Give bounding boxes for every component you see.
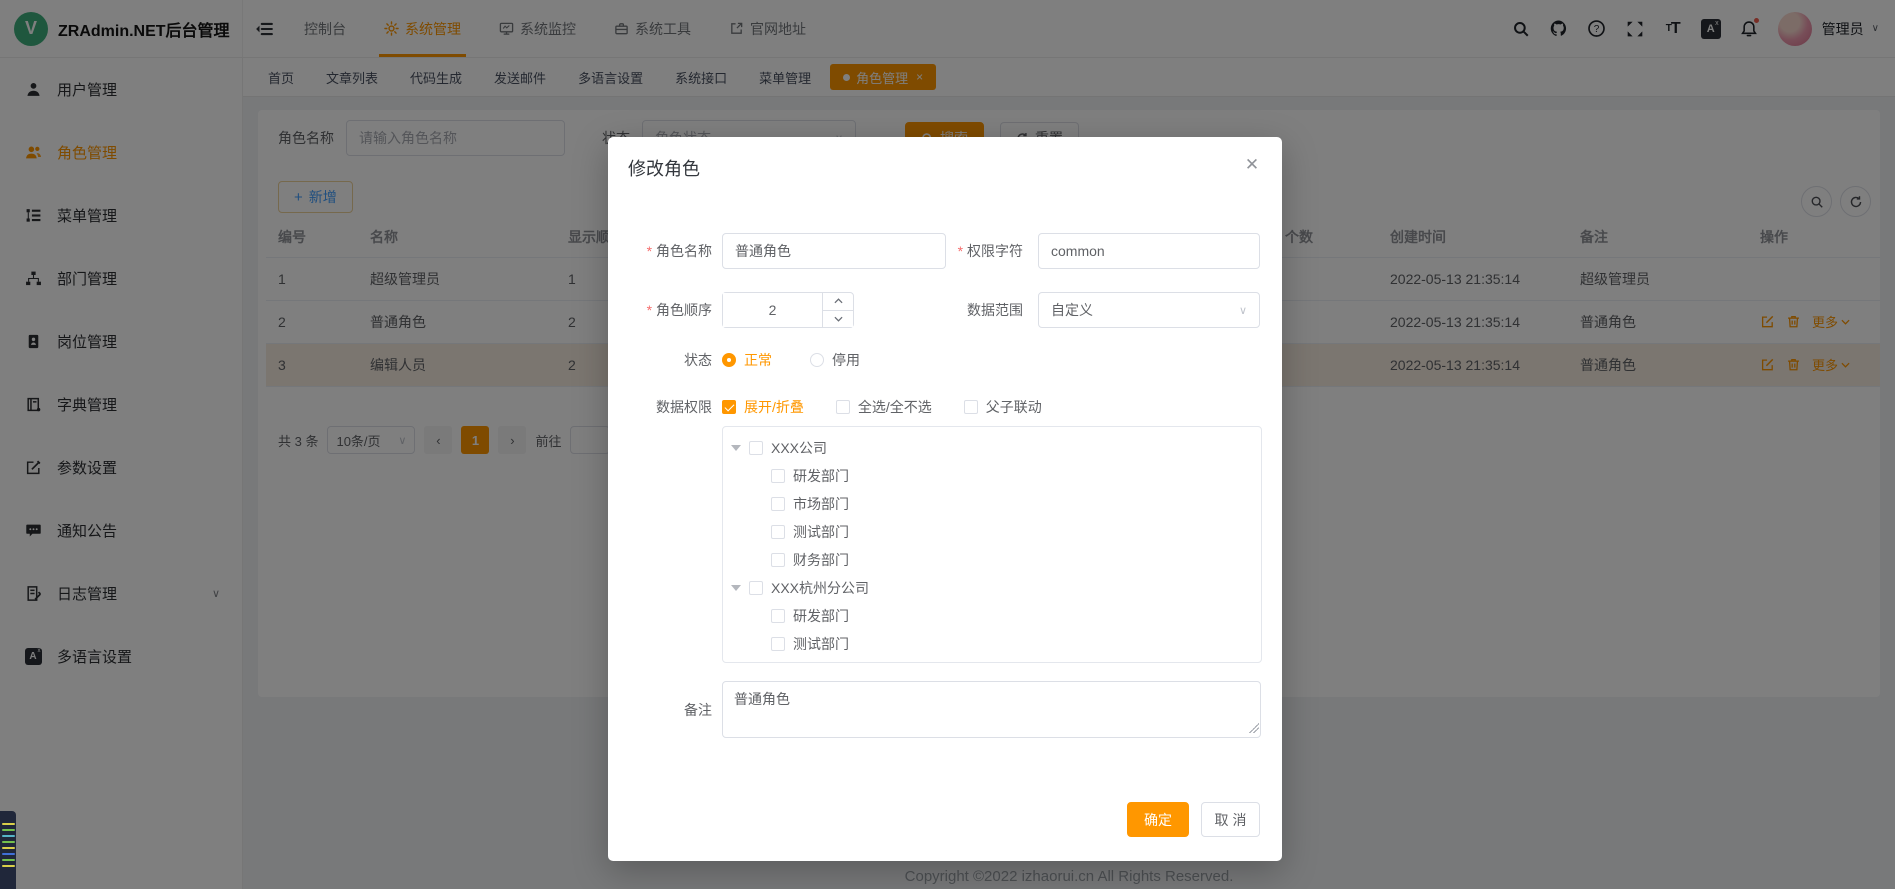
confirm-button[interactable]: 确定: [1127, 802, 1189, 837]
dialog-close-icon[interactable]: ✕: [1238, 151, 1266, 179]
dept-tree: XXX公司 研发部门 市场部门 测试部门 财务部门 XXX杭州分公司: [722, 426, 1262, 663]
tree-node[interactable]: 研发部门: [723, 602, 1261, 630]
expand-collapse-checkbox[interactable]: 展开/折叠: [722, 397, 804, 417]
checkbox-icon[interactable]: [771, 497, 785, 511]
role-order-label: 角色顺序: [608, 292, 712, 328]
tree-node[interactable]: 研发部门: [723, 462, 1261, 490]
perm-char-field[interactable]: [1038, 233, 1260, 269]
data-perm-label: 数据权限: [608, 389, 712, 425]
stepper-down-button[interactable]: [823, 311, 853, 328]
stepper-up-button[interactable]: [823, 293, 853, 311]
checkbox-icon[interactable]: [771, 609, 785, 623]
data-scope-select[interactable]: 自定义 ∨: [1038, 292, 1260, 328]
checkbox-icon[interactable]: [749, 441, 763, 455]
status-radio-normal[interactable]: 正常: [722, 350, 772, 370]
dialog-title: 修改角色: [628, 155, 700, 181]
checkbox-icon[interactable]: [771, 525, 785, 539]
tree-node[interactable]: 测试部门: [723, 518, 1261, 546]
remark-label: 备注: [608, 692, 712, 728]
checkbox-icon[interactable]: [771, 637, 785, 651]
tree-node[interactable]: XXX公司: [723, 434, 1261, 462]
data-perm-options: 展开/折叠 全选/全不选 父子联动: [722, 389, 1042, 425]
select-all-checkbox[interactable]: 全选/全不选: [836, 397, 932, 417]
tree-node[interactable]: 市场部门: [723, 490, 1261, 518]
chevron-down-icon: ∨: [1239, 304, 1247, 317]
perm-char-field-label: 权限字符: [923, 233, 1023, 269]
role-name-field[interactable]: [722, 233, 946, 269]
data-scope-label: 数据范围: [923, 292, 1023, 328]
edit-role-dialog: 修改角色 ✕ 角色名称 权限字符 角色顺序 数据范围 自定义 ∨ 状态: [608, 137, 1282, 861]
role-name-field-label: 角色名称: [608, 233, 712, 269]
status-field-label: 状态: [608, 342, 712, 378]
tree-caret-icon[interactable]: [731, 585, 741, 591]
checkbox-icon[interactable]: [749, 581, 763, 595]
status-radio-group: 正常 停用: [722, 342, 860, 378]
tree-node[interactable]: XXX杭州分公司: [723, 574, 1261, 602]
resize-handle-icon[interactable]: [1249, 723, 1259, 733]
tree-caret-icon[interactable]: [731, 445, 741, 451]
parent-child-checkbox[interactable]: 父子联动: [964, 397, 1042, 417]
radio-icon: [810, 353, 824, 367]
checkbox-icon: [964, 400, 978, 414]
app-root: V ZRAdmin.NET后台管理 控制台 系统管理 系统监控: [0, 0, 1895, 889]
radio-checked-icon: [722, 353, 736, 367]
checkbox-checked-icon: [722, 400, 736, 414]
role-order-stepper[interactable]: [722, 292, 854, 328]
checkbox-icon[interactable]: [771, 469, 785, 483]
status-radio-disabled[interactable]: 停用: [810, 350, 860, 370]
checkbox-icon[interactable]: [771, 553, 785, 567]
checkbox-icon: [836, 400, 850, 414]
mini-monitor-widget[interactable]: [0, 811, 16, 889]
tree-node[interactable]: 测试部门: [723, 630, 1261, 658]
cancel-button[interactable]: 取消: [1201, 802, 1260, 837]
remark-textarea[interactable]: 普通角色: [722, 681, 1261, 738]
tree-node[interactable]: 财务部门: [723, 546, 1261, 574]
